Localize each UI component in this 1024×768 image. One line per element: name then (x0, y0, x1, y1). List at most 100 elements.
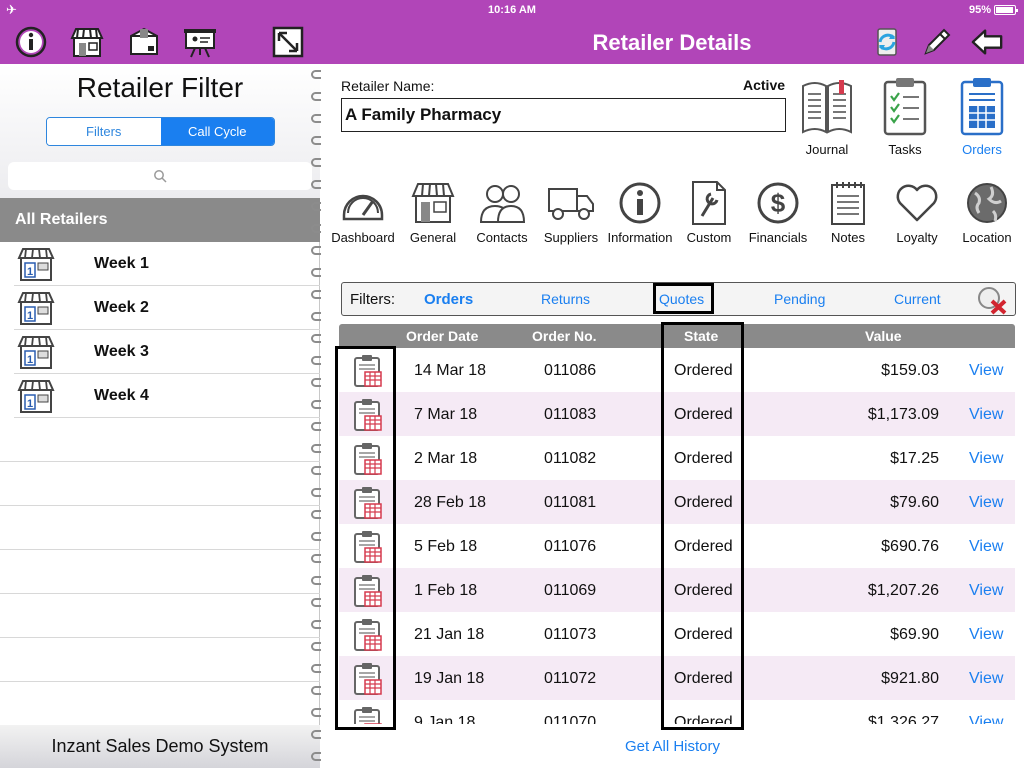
dashboard-icon (328, 178, 398, 228)
order-value: $1,207.26 (867, 582, 939, 599)
list-item[interactable]: 1 Week 2 (14, 286, 320, 330)
journal-button[interactable]: Journal (792, 76, 862, 157)
svg-text:$: $ (771, 188, 786, 218)
nav-label: Custom (686, 230, 732, 245)
view-link[interactable]: View (969, 362, 1003, 380)
view-link[interactable]: View (969, 626, 1003, 644)
svg-text:1: 1 (27, 266, 33, 278)
quotes-highlight (653, 283, 714, 314)
empty-row (0, 682, 320, 726)
status-bar: ✈ 10:16 AM 95% (0, 2, 1024, 18)
column-value[interactable]: Value (865, 328, 902, 344)
tasks-button[interactable]: Tasks (870, 76, 940, 157)
battery-percent: 95% (968, 4, 991, 16)
heart-icon (882, 178, 952, 228)
filter-current[interactable]: Current (894, 291, 941, 307)
page-title: Retailer Details (592, 30, 752, 55)
svg-text:1: 1 (27, 354, 33, 366)
back-arrow-icon[interactable] (970, 25, 1004, 59)
week-label: Week 1 (94, 254, 149, 272)
view-link[interactable]: View (969, 450, 1003, 468)
state-column-highlight (661, 322, 744, 730)
list-item[interactable]: 1 Week 1 (14, 242, 320, 286)
empty-row (0, 418, 320, 462)
store-icon (398, 178, 468, 228)
nav-general[interactable]: General (398, 178, 468, 245)
order-value: $69.90 (890, 626, 939, 643)
week-label: Week 2 (94, 298, 149, 316)
segment-filters[interactable]: Filters (47, 118, 161, 145)
pencil-icon[interactable] (920, 25, 954, 59)
globe-icon (952, 178, 1022, 228)
calendar-store-icon: 1 (16, 378, 56, 419)
order-value: $1,173.09 (867, 406, 939, 423)
view-link[interactable]: View (969, 714, 1003, 724)
calendar-store-icon: 1 (16, 246, 56, 287)
view-link[interactable]: View (969, 670, 1003, 688)
order-value: $17.25 (890, 450, 939, 467)
filter-header: Retailer Filter Filters Call Cycle (0, 64, 320, 198)
search-icon (154, 170, 167, 183)
clear-filter-icon[interactable] (976, 285, 1008, 320)
tasks-label: Tasks (888, 142, 922, 157)
list-item[interactable]: 1 Week 3 (14, 330, 320, 374)
retailer-name-field[interactable]: A Family Pharmacy (341, 98, 786, 132)
order-date: 14 Mar 18 (414, 362, 487, 379)
nav-dashboard[interactable]: Dashboard (328, 178, 398, 245)
order-number: 011083 (544, 406, 597, 423)
order-number: 011073 (544, 626, 597, 643)
nav-custom[interactable]: Custom (674, 178, 744, 245)
empty-row (0, 594, 320, 638)
empty-row (0, 550, 320, 594)
nav-financials[interactable]: $ Financials (743, 178, 813, 245)
retailer-filter-pane: Retailer Filter Filters Call Cycle All R… (0, 64, 320, 768)
dollar-icon: $ (743, 178, 813, 228)
segment-call-cycle[interactable]: Call Cycle (160, 118, 274, 145)
order-value: $1,326.27 (867, 714, 939, 724)
search-input[interactable] (8, 162, 312, 190)
orders-button[interactable]: Orders (947, 76, 1017, 157)
all-retailers-header[interactable]: All Retailers (0, 198, 320, 242)
info-icon[interactable] (14, 25, 48, 59)
view-link[interactable]: View (969, 538, 1003, 556)
column-order-date[interactable]: Order Date (406, 328, 478, 344)
icon-column-highlight (335, 346, 396, 730)
nav-location[interactable]: Location (952, 178, 1022, 245)
nav-contacts[interactable]: Contacts (467, 178, 537, 245)
contacts-icon (467, 178, 537, 228)
segment-control: Filters Call Cycle (46, 117, 275, 146)
journal-label: Journal (805, 142, 849, 157)
orders-label: Orders (962, 142, 1002, 157)
presentation-icon[interactable] (183, 25, 217, 59)
order-number: 011081 (544, 494, 597, 511)
list-item[interactable]: 1 Week 4 (14, 374, 320, 418)
order-value: $921.80 (881, 670, 939, 687)
nav-suppliers[interactable]: Suppliers (536, 178, 606, 245)
expand-icon[interactable] (271, 25, 305, 59)
nav-label: Dashboard (331, 230, 395, 245)
nav-label: Information (607, 230, 673, 245)
nav-label: Financials (748, 230, 808, 245)
nav-label: Location (962, 230, 1012, 245)
nav-label: General (409, 230, 457, 245)
sync-icon[interactable] (870, 25, 904, 59)
svg-text:1: 1 (27, 398, 33, 410)
get-all-history-link[interactable]: Get All History (321, 738, 1024, 755)
view-link[interactable]: View (969, 582, 1003, 600)
nav-notes[interactable]: Notes (813, 178, 883, 245)
order-date: 2 Mar 18 (414, 450, 478, 467)
view-link[interactable]: View (969, 406, 1003, 424)
calendar-store-icon: 1 (16, 334, 56, 375)
package-icon[interactable] (127, 25, 161, 59)
store-icon[interactable] (70, 25, 104, 59)
week-list: 1 Week 1 1 Week 2 1 Week 3 1 Week 4 (0, 242, 320, 726)
filter-orders[interactable]: Orders (424, 291, 473, 308)
column-order-no[interactable]: Order No. (532, 328, 597, 344)
nav-loyalty[interactable]: Loyalty (882, 178, 952, 245)
view-link[interactable]: View (969, 494, 1003, 512)
order-date: 9 Jan 18 (414, 714, 476, 724)
filter-returns[interactable]: Returns (541, 291, 590, 307)
status-time: 10:16 AM (488, 4, 536, 16)
filter-pending[interactable]: Pending (774, 291, 825, 307)
nav-information[interactable]: Information (605, 178, 675, 245)
